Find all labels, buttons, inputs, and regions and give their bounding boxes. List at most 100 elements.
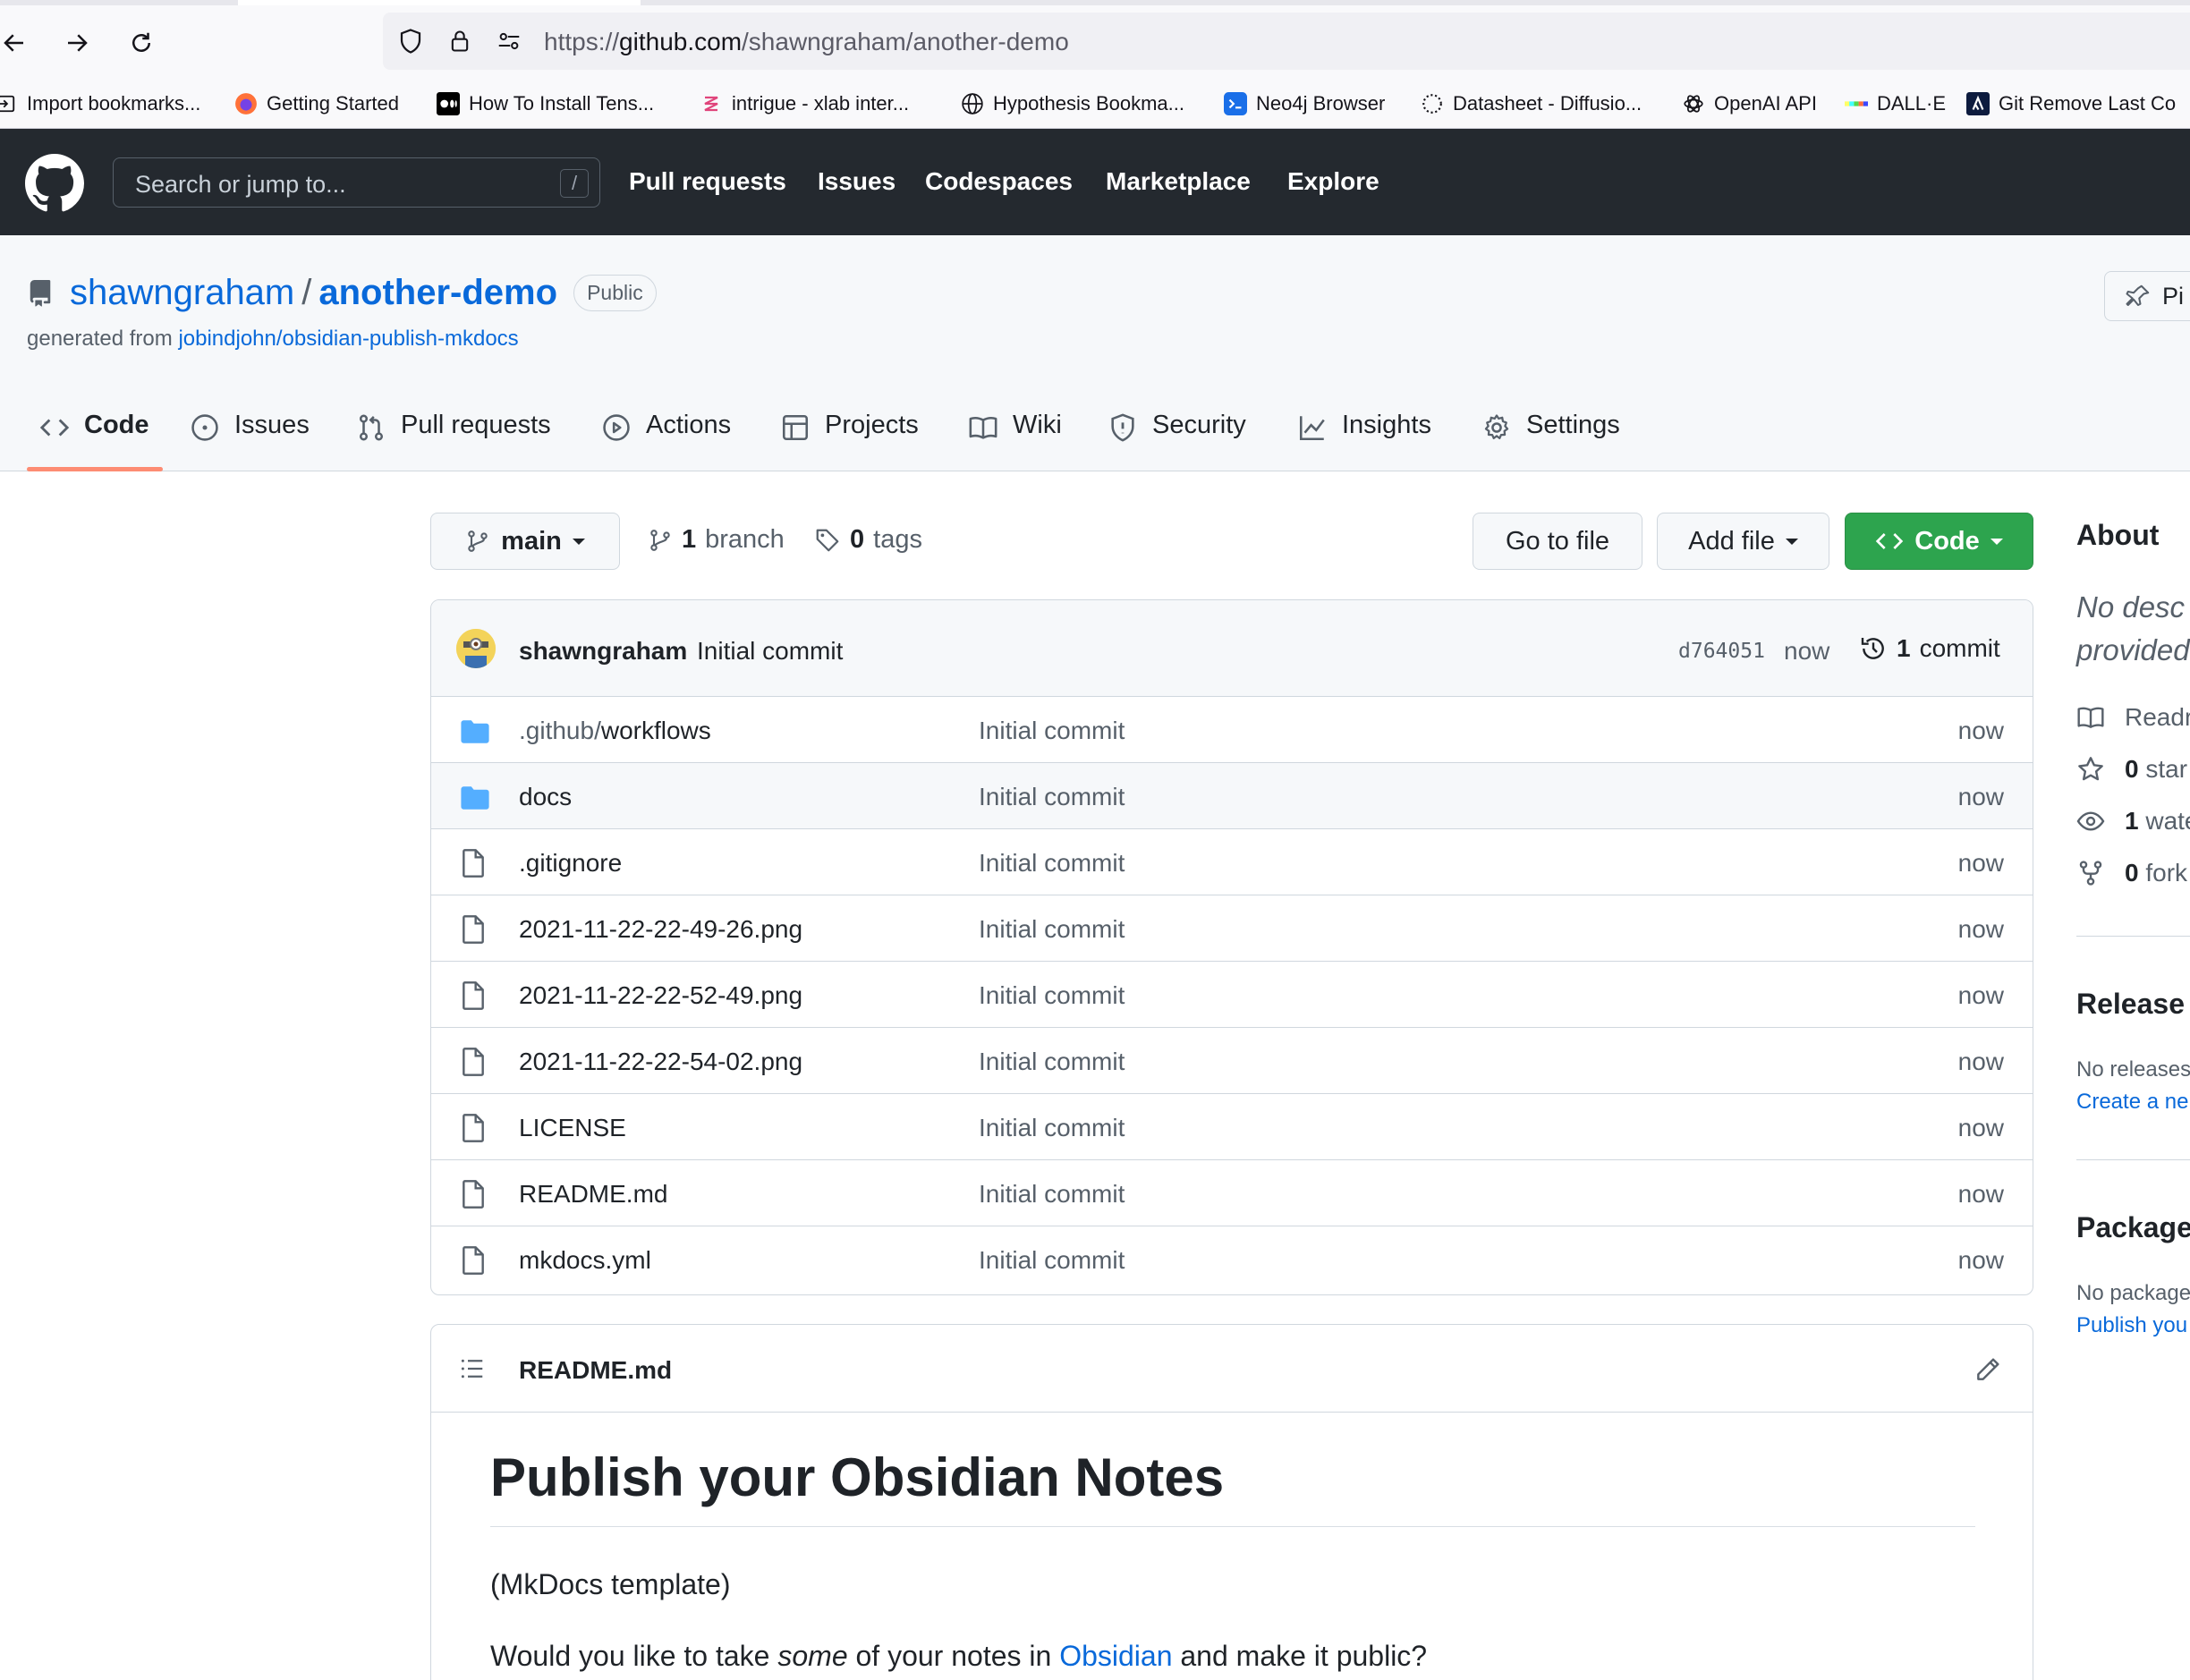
bookmark-item[interactable]: Hypothesis Bookma... bbox=[961, 86, 1184, 122]
code-icon bbox=[39, 419, 70, 437]
packages-heading[interactable]: Package bbox=[2076, 1211, 2190, 1244]
file-row[interactable]: .github/workflows Initial commit now bbox=[431, 697, 2033, 763]
bookmark-item[interactable]: Import bookmarks... bbox=[0, 86, 200, 122]
nav-codespaces[interactable]: Codespaces bbox=[925, 167, 1073, 196]
bookmark-item[interactable]: OpenAI API bbox=[1682, 86, 1817, 122]
bookmark-item[interactable]: Neo4j Browser bbox=[1224, 86, 1385, 122]
file-commit-message-link[interactable]: Initial commit bbox=[979, 915, 1125, 944]
github-logo-icon[interactable] bbox=[25, 154, 84, 213]
bookmark-item[interactable]: Getting Started bbox=[234, 86, 399, 122]
tab-wiki[interactable]: Wiki bbox=[968, 411, 1062, 471]
readme-emphasis: some bbox=[777, 1640, 848, 1672]
file-row[interactable]: 2021-11-22-22-49-26.png Initial commit now bbox=[431, 895, 2033, 962]
bookmark-item[interactable]: intrigue - xlab inter... bbox=[700, 86, 909, 122]
file-commit-time: now bbox=[1957, 1048, 2004, 1075]
url-host: github.com bbox=[619, 28, 743, 55]
tab-issues[interactable]: Issues bbox=[190, 411, 310, 471]
file-row[interactable]: docs Initial commit now bbox=[431, 763, 2033, 829]
file-name-link[interactable]: .gitignore bbox=[519, 849, 622, 878]
pencil-icon[interactable] bbox=[1974, 1355, 2002, 1384]
tab-actions[interactable]: Actions bbox=[601, 411, 731, 471]
url-bar[interactable]: https://github.com/shawngraham/another-d… bbox=[383, 13, 2190, 70]
pin-button[interactable]: Pi bbox=[2104, 271, 2190, 321]
bookmark-item[interactable]: Git Remove Last Co bbox=[1966, 86, 2176, 122]
shield-icon bbox=[1111, 413, 1134, 442]
bookmark-item[interactable]: DALL·E bbox=[1845, 86, 1946, 122]
code-button[interactable]: Code bbox=[1845, 513, 2033, 570]
avatar[interactable] bbox=[456, 629, 496, 668]
nav-explore[interactable]: Explore bbox=[1287, 167, 1379, 196]
tab-projects[interactable]: Projects bbox=[780, 411, 919, 471]
file-name-link[interactable]: docs bbox=[519, 783, 572, 811]
repo-owner-link[interactable]: shawngraham bbox=[70, 273, 294, 313]
url-text[interactable]: https://github.com/shawngraham/another-d… bbox=[544, 28, 1069, 56]
file-name-link[interactable]: README.md bbox=[519, 1180, 667, 1209]
bookmark-item[interactable]: How To Install Tens... bbox=[437, 86, 654, 122]
commit-history-link[interactable]: 1 commit bbox=[1859, 634, 2000, 663]
file-row[interactable]: README.md Initial commit now bbox=[431, 1160, 2033, 1226]
watchers-count: 1 bbox=[2125, 807, 2139, 835]
commit-sha-link[interactable]: d764051 bbox=[1678, 640, 1765, 663]
releases-heading[interactable]: Release bbox=[2076, 988, 2185, 1021]
file-row[interactable]: .gitignore Initial commit now bbox=[431, 829, 2033, 895]
file-commit-time: now bbox=[1957, 783, 2004, 810]
tab-insights[interactable]: Insights bbox=[1297, 411, 1431, 471]
create-release-link[interactable]: Create a ne bbox=[2076, 1090, 2188, 1115]
watchers-link[interactable]: 1 wate bbox=[2076, 807, 2190, 836]
branch-select-button[interactable]: main bbox=[430, 513, 620, 570]
packages-empty-text: No package bbox=[2076, 1281, 2190, 1305]
file-commit-message-link[interactable]: Initial commit bbox=[979, 849, 1125, 878]
file-row[interactable]: mkdocs.yml Initial commit now bbox=[431, 1226, 2033, 1293]
repo-name-link[interactable]: another-demo bbox=[318, 273, 557, 313]
tags-link[interactable]: 0 tags bbox=[814, 525, 922, 555]
file-icon bbox=[460, 849, 487, 878]
readme-paragraph: (MkDocs template) bbox=[490, 1568, 731, 1600]
tab-code[interactable]: Code bbox=[39, 411, 149, 471]
file-row[interactable]: LICENSE Initial commit now bbox=[431, 1094, 2033, 1160]
reload-button[interactable] bbox=[120, 21, 163, 64]
commit-message-link[interactable]: Initial commit bbox=[697, 637, 843, 666]
file-name-link[interactable]: 2021-11-22-22-49-26.png bbox=[519, 915, 802, 944]
nav-marketplace[interactable]: Marketplace bbox=[1106, 167, 1251, 196]
stars-link[interactable]: 0 star bbox=[2076, 755, 2187, 784]
tab-pull-requests[interactable]: Pull requests bbox=[356, 411, 551, 471]
file-name-link[interactable]: mkdocs.yml bbox=[519, 1246, 651, 1275]
branches-link[interactable]: 1 branch bbox=[648, 525, 785, 555]
active-tab-edge[interactable] bbox=[238, 0, 641, 5]
file-name-link[interactable]: .github/workflows bbox=[519, 717, 711, 745]
back-button[interactable] bbox=[0, 21, 36, 64]
file-row[interactable]: 2021-11-22-22-54-02.png Initial commit now bbox=[431, 1028, 2033, 1094]
publish-package-link[interactable]: Publish you bbox=[2076, 1313, 2187, 1338]
file-commit-message-link[interactable]: Initial commit bbox=[979, 1114, 1125, 1142]
go-to-file-button[interactable]: Go to file bbox=[1473, 513, 1642, 570]
nav-issues[interactable]: Issues bbox=[818, 167, 896, 196]
permissions-icon[interactable] bbox=[496, 27, 522, 55]
file-row[interactable]: 2021-11-22-22-52-49.png Initial commit now bbox=[431, 962, 2033, 1028]
search-input[interactable]: Search or jump to... / bbox=[113, 157, 600, 208]
obsidian-link[interactable]: Obsidian bbox=[1059, 1640, 1172, 1672]
commit-author-link[interactable]: shawngraham bbox=[519, 637, 687, 666]
file-commit-message-link[interactable]: Initial commit bbox=[979, 717, 1125, 745]
readme-filename: README.md bbox=[519, 1356, 673, 1384]
list-icon[interactable] bbox=[458, 1355, 487, 1382]
bookmark-item[interactable]: Datasheet - Diffusio... bbox=[1421, 86, 1642, 122]
readme-link[interactable]: Readr bbox=[2076, 703, 2190, 732]
file-commit-message-link[interactable]: Initial commit bbox=[979, 783, 1125, 811]
shield-icon[interactable] bbox=[397, 27, 424, 55]
file-name-link[interactable]: 2021-11-22-22-52-49.png bbox=[519, 981, 802, 1010]
nav-pull-requests[interactable]: Pull requests bbox=[629, 167, 786, 196]
add-file-button[interactable]: Add file bbox=[1657, 513, 1829, 570]
tab-label: Issues bbox=[234, 411, 310, 439]
forward-button[interactable] bbox=[55, 21, 98, 64]
lock-icon[interactable] bbox=[447, 27, 472, 55]
forks-link[interactable]: 0 fork bbox=[2076, 859, 2187, 887]
file-commit-message-link[interactable]: Initial commit bbox=[979, 1048, 1125, 1076]
file-commit-message-link[interactable]: Initial commit bbox=[979, 981, 1125, 1010]
tab-settings[interactable]: Settings bbox=[1481, 411, 1620, 471]
template-repo-link[interactable]: jobindjohn/obsidian-publish-mkdocs bbox=[178, 327, 518, 351]
file-commit-message-link[interactable]: Initial commit bbox=[979, 1246, 1125, 1275]
file-name-link[interactable]: 2021-11-22-22-54-02.png bbox=[519, 1048, 802, 1076]
file-name-link[interactable]: LICENSE bbox=[519, 1114, 626, 1142]
file-commit-message-link[interactable]: Initial commit bbox=[979, 1180, 1125, 1209]
tab-security[interactable]: Security bbox=[1108, 411, 1246, 471]
